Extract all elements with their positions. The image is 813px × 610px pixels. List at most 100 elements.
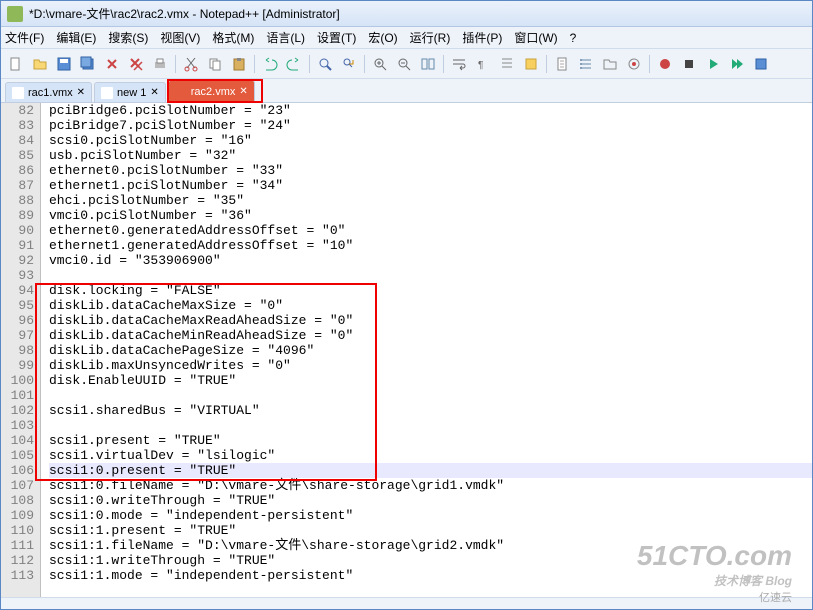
code-line[interactable]: disk.locking = "FALSE" xyxy=(49,283,812,298)
line-number: 98 xyxy=(1,343,34,358)
code-line[interactable]: usb.pciSlotNumber = "32" xyxy=(49,148,812,163)
code-area[interactable]: pciBridge6.pciSlotNumber = "23"pciBridge… xyxy=(41,103,812,599)
wordwrap-icon[interactable] xyxy=(448,53,470,75)
save-icon[interactable] xyxy=(53,53,75,75)
code-line[interactable]: scsi1:1.mode = "independent-persistent" xyxy=(49,568,812,583)
line-number: 82 xyxy=(1,103,34,118)
file-icon xyxy=(12,87,24,99)
close-all-icon[interactable] xyxy=(125,53,147,75)
close-icon[interactable] xyxy=(101,53,123,75)
menu-run[interactable]: 运行(R) xyxy=(410,29,451,46)
code-line[interactable]: ethernet1.generatedAddressOffset = "10" xyxy=(49,238,812,253)
doc-map-icon[interactable] xyxy=(551,53,573,75)
stop-macro-icon[interactable] xyxy=(678,53,700,75)
tab-rac2[interactable]: rac2.vmx ✕ xyxy=(168,80,255,102)
code-line[interactable]: diskLib.dataCachePageSize = "4096" xyxy=(49,343,812,358)
code-line[interactable]: scsi1:0.writeThrough = "TRUE" xyxy=(49,493,812,508)
save-macro-icon[interactable] xyxy=(750,53,772,75)
tab-close-icon[interactable]: ✕ xyxy=(77,87,85,98)
menu-file[interactable]: 文件(F) xyxy=(5,29,44,46)
replace-icon[interactable] xyxy=(338,53,360,75)
code-line[interactable]: scsi1:1.writeThrough = "TRUE" xyxy=(49,553,812,568)
play-macro-icon[interactable] xyxy=(702,53,724,75)
menu-window[interactable]: 窗口(W) xyxy=(514,29,557,46)
record-macro-icon[interactable] xyxy=(654,53,676,75)
menubar: 文件(F) 编辑(E) 搜索(S) 视图(V) 格式(M) 语言(L) 设置(T… xyxy=(1,27,812,49)
tab-rac1[interactable]: rac1.vmx ✕ xyxy=(5,82,92,102)
line-number: 103 xyxy=(1,418,34,433)
folder-workspace-icon[interactable] xyxy=(599,53,621,75)
menu-settings[interactable]: 设置(T) xyxy=(317,29,356,46)
code-line[interactable]: disk.EnableUUID = "TRUE" xyxy=(49,373,812,388)
tab-label: rac2.vmx xyxy=(191,86,236,98)
tab-label: rac1.vmx xyxy=(28,87,73,99)
line-number-gutter: 8283848586878889909192939495969798991001… xyxy=(1,103,41,599)
code-line[interactable]: vmci0.pciSlotNumber = "36" xyxy=(49,208,812,223)
print-icon[interactable] xyxy=(149,53,171,75)
line-number: 100 xyxy=(1,373,34,388)
app-icon xyxy=(7,6,23,22)
save-all-icon[interactable] xyxy=(77,53,99,75)
undo-icon[interactable] xyxy=(259,53,281,75)
zoom-in-icon[interactable] xyxy=(369,53,391,75)
redo-icon[interactable] xyxy=(283,53,305,75)
menu-view[interactable]: 视图(V) xyxy=(160,29,200,46)
code-line[interactable]: diskLib.maxUnsyncedWrites = "0" xyxy=(49,358,812,373)
indent-guide-icon[interactable] xyxy=(496,53,518,75)
code-line[interactable] xyxy=(49,268,812,283)
code-line[interactable]: ethernet0.generatedAddressOffset = "0" xyxy=(49,223,812,238)
new-file-icon[interactable] xyxy=(5,53,27,75)
tab-new1[interactable]: new 1 ✕ xyxy=(94,82,166,102)
menu-format[interactable]: 格式(M) xyxy=(212,29,254,46)
code-line[interactable]: scsi1:1.present = "TRUE" xyxy=(49,523,812,538)
copy-icon[interactable] xyxy=(204,53,226,75)
line-number: 86 xyxy=(1,163,34,178)
sync-scroll-icon[interactable] xyxy=(417,53,439,75)
code-line[interactable]: diskLib.dataCacheMaxSize = "0" xyxy=(49,298,812,313)
zoom-out-icon[interactable] xyxy=(393,53,415,75)
code-line[interactable]: scsi1.present = "TRUE" xyxy=(49,433,812,448)
code-line[interactable]: scsi0.pciSlotNumber = "16" xyxy=(49,133,812,148)
tab-close-icon[interactable]: ✕ xyxy=(150,87,158,98)
menu-language[interactable]: 语言(L) xyxy=(266,29,305,46)
code-line[interactable]: scsi1.virtualDev = "lsilogic" xyxy=(49,448,812,463)
code-line[interactable]: ethernet1.pciSlotNumber = "34" xyxy=(49,178,812,193)
code-line[interactable]: scsi1:0.mode = "independent-persistent" xyxy=(49,508,812,523)
line-number: 109 xyxy=(1,508,34,523)
code-line[interactable]: ethernet0.pciSlotNumber = "33" xyxy=(49,163,812,178)
code-line[interactable]: scsi1:0.present = "TRUE" xyxy=(49,463,812,478)
code-line[interactable]: diskLib.dataCacheMinReadAheadSize = "0" xyxy=(49,328,812,343)
user-lang-icon[interactable] xyxy=(520,53,542,75)
code-line[interactable] xyxy=(49,388,812,403)
code-line[interactable]: pciBridge7.pciSlotNumber = "24" xyxy=(49,118,812,133)
code-line[interactable] xyxy=(49,418,812,433)
menu-edit[interactable]: 编辑(E) xyxy=(56,29,96,46)
code-line[interactable]: pciBridge6.pciSlotNumber = "23" xyxy=(49,103,812,118)
play-multi-icon[interactable] xyxy=(726,53,748,75)
show-all-chars-icon[interactable]: ¶ xyxy=(472,53,494,75)
toolbar-separator xyxy=(175,55,176,73)
menu-help[interactable]: ? xyxy=(570,31,577,45)
line-number: 97 xyxy=(1,328,34,343)
menu-plugins[interactable]: 插件(P) xyxy=(462,29,502,46)
menu-macro[interactable]: 宏(O) xyxy=(368,29,397,46)
code-line[interactable]: vmci0.id = "353906900" xyxy=(49,253,812,268)
code-line[interactable]: ehci.pciSlotNumber = "35" xyxy=(49,193,812,208)
code-line[interactable]: scsi1:1.fileName = "D:\vmare-文件\share-st… xyxy=(49,538,812,553)
line-number: 94 xyxy=(1,283,34,298)
monitoring-icon[interactable] xyxy=(623,53,645,75)
tab-close-icon[interactable]: ✕ xyxy=(239,86,247,97)
open-file-icon[interactable] xyxy=(29,53,51,75)
line-number: 104 xyxy=(1,433,34,448)
code-line[interactable]: diskLib.dataCacheMaxReadAheadSize = "0" xyxy=(49,313,812,328)
function-list-icon[interactable] xyxy=(575,53,597,75)
menu-search[interactable]: 搜索(S) xyxy=(108,29,148,46)
statusbar xyxy=(1,597,812,609)
paste-icon[interactable] xyxy=(228,53,250,75)
editor[interactable]: 8283848586878889909192939495969798991001… xyxy=(1,103,812,599)
find-icon[interactable] xyxy=(314,53,336,75)
cut-icon[interactable] xyxy=(180,53,202,75)
tab-label: new 1 xyxy=(117,87,146,99)
code-line[interactable]: scsi1:0.fileName = "D:\vmare-文件\share-st… xyxy=(49,478,812,493)
code-line[interactable]: scsi1.sharedBus = "VIRTUAL" xyxy=(49,403,812,418)
